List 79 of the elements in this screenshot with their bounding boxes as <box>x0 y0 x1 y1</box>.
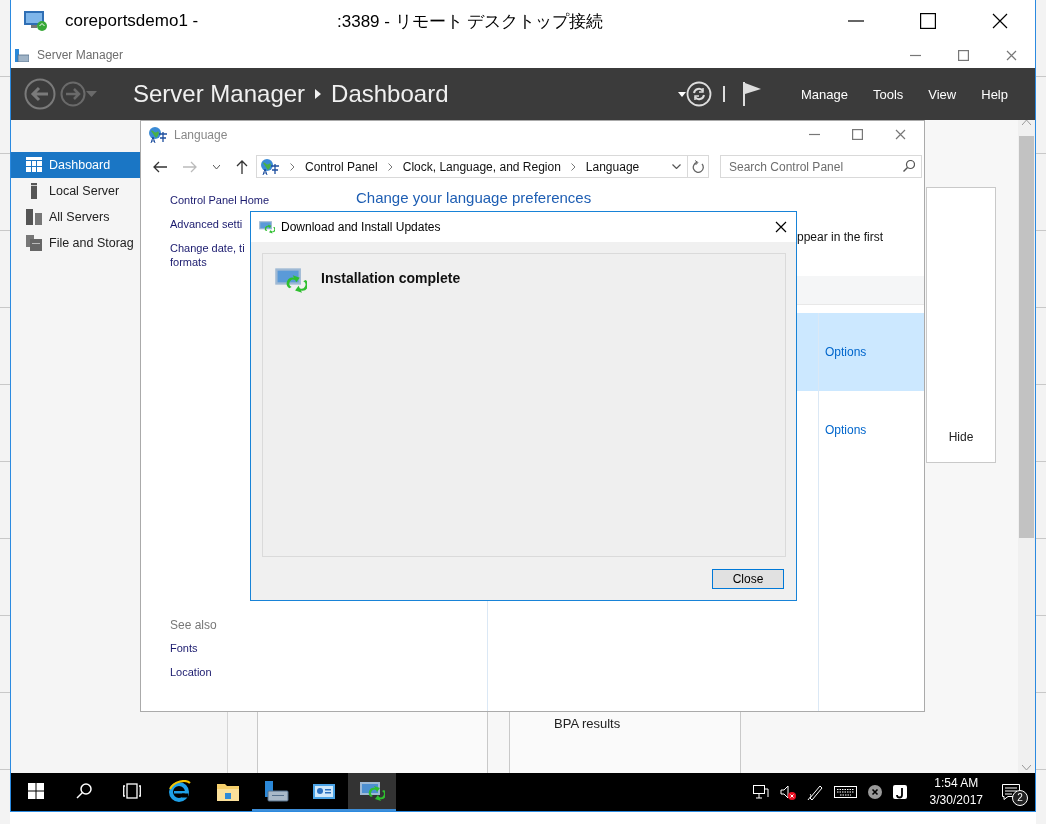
section-heading: See also <box>170 618 218 632</box>
breadcrumb-item[interactable]: Dashboard <box>331 80 449 108</box>
search-icon[interactable] <box>903 160 915 172</box>
control-panel-icon <box>313 782 335 800</box>
page-heading: Change your language preferences <box>356 189 593 207</box>
task-link[interactable]: Change date, ti formats <box>170 241 245 269</box>
sidebar-item[interactable]: File and Storag <box>11 230 140 256</box>
menu-item[interactable]: Help <box>981 86 1008 102</box>
server-manager-icon <box>263 780 289 802</box>
back-icon <box>24 78 56 110</box>
input-off-icon[interactable] <box>867 785 882 799</box>
language-icon <box>260 157 280 176</box>
options-link[interactable]: Options <box>825 423 867 437</box>
task-link[interactable]: Control Panel Home <box>170 193 270 207</box>
language-icon <box>148 125 168 144</box>
update-icon <box>359 780 385 802</box>
refresh-icon[interactable] <box>692 160 704 173</box>
window-title: coreportsdemo1 - <box>65 11 200 31</box>
dashboard-icon <box>26 157 42 173</box>
keyboard-icon[interactable] <box>833 786 857 798</box>
options-link[interactable]: Options <box>825 345 867 359</box>
chevron-right-icon <box>570 162 576 171</box>
breadcrumb-item[interactable]: Server Manager <box>133 80 306 108</box>
window-title: Language <box>174 127 228 142</box>
update-icon <box>259 220 275 234</box>
menu-item[interactable]: Manage <box>800 86 848 102</box>
close-icon[interactable] <box>992 13 1008 29</box>
breadcrumb-separator-icon <box>315 89 322 99</box>
server-manager-icon <box>15 48 29 62</box>
action-center-button[interactable]: 2 <box>987 773 1035 811</box>
see-also-link[interactable]: Fonts <box>170 641 198 655</box>
notification-count: 2 <box>1012 790 1028 806</box>
storage-icon <box>26 235 42 251</box>
servers-icon <box>26 209 42 225</box>
update-icon <box>275 266 307 294</box>
clock[interactable]: 1:54 AM 3/30/2017 <box>925 775 987 809</box>
remote-desktop-icon <box>23 10 49 32</box>
dialog-title: Download and Install Updates <box>281 220 441 234</box>
window-title: :3389 - リモート デスクトップ接続 <box>337 10 604 33</box>
description-text: ppear in the first <box>796 230 885 244</box>
browser-icon <box>168 780 192 802</box>
search-field[interactable]: Search Control Panel <box>720 155 922 178</box>
back-button[interactable] <box>24 78 56 110</box>
task-link[interactable]: Advanced setti <box>170 217 243 231</box>
caret-icon[interactable] <box>213 164 220 169</box>
caret-icon[interactable] <box>672 164 681 169</box>
address-segment[interactable]: Language <box>585 159 640 174</box>
chevron-right-icon <box>387 162 393 171</box>
address-segment[interactable]: Clock, Language, and Region <box>402 159 561 174</box>
address-segment[interactable]: Control Panel <box>305 159 378 174</box>
sidebar-item[interactable]: Local Server <box>11 178 140 204</box>
menu-item[interactable]: Tools <box>872 86 904 102</box>
volume-muted-icon[interactable] <box>779 784 796 800</box>
sidebar-item[interactable]: Dashboard <box>11 152 140 178</box>
window-title: Server Manager <box>37 48 124 62</box>
back-icon[interactable] <box>153 160 167 173</box>
flag-icon[interactable] <box>741 82 762 106</box>
tile-label[interactable]: Hide <box>948 430 974 444</box>
search-icon <box>76 783 92 799</box>
forward-icon <box>60 81 86 107</box>
address-bar[interactable]: Control Panel Clock, Language, and Region Language <box>256 155 709 178</box>
sidebar-item[interactable]: All Servers <box>11 204 140 230</box>
windows-logo-icon <box>28 783 44 799</box>
pen-icon[interactable] <box>806 783 823 801</box>
tile-label[interactable]: BPA results <box>554 716 621 731</box>
network-icon[interactable] <box>752 785 769 799</box>
up-icon[interactable] <box>236 159 248 174</box>
chevron-right-icon <box>290 162 295 171</box>
taskbar-button[interactable] <box>348 773 396 811</box>
close-icon[interactable] <box>775 221 787 233</box>
menu-item[interactable]: View <box>928 86 957 102</box>
task-view-icon <box>123 783 141 799</box>
close-button[interactable]: Close <box>712 569 784 589</box>
maximize-icon[interactable] <box>920 13 936 29</box>
see-also-link[interactable]: Location <box>170 665 212 679</box>
status-message: Installation complete <box>321 270 461 286</box>
caret-icon[interactable] <box>677 91 686 97</box>
input-method-icon[interactable] <box>892 785 907 799</box>
folder-icon <box>217 781 239 801</box>
